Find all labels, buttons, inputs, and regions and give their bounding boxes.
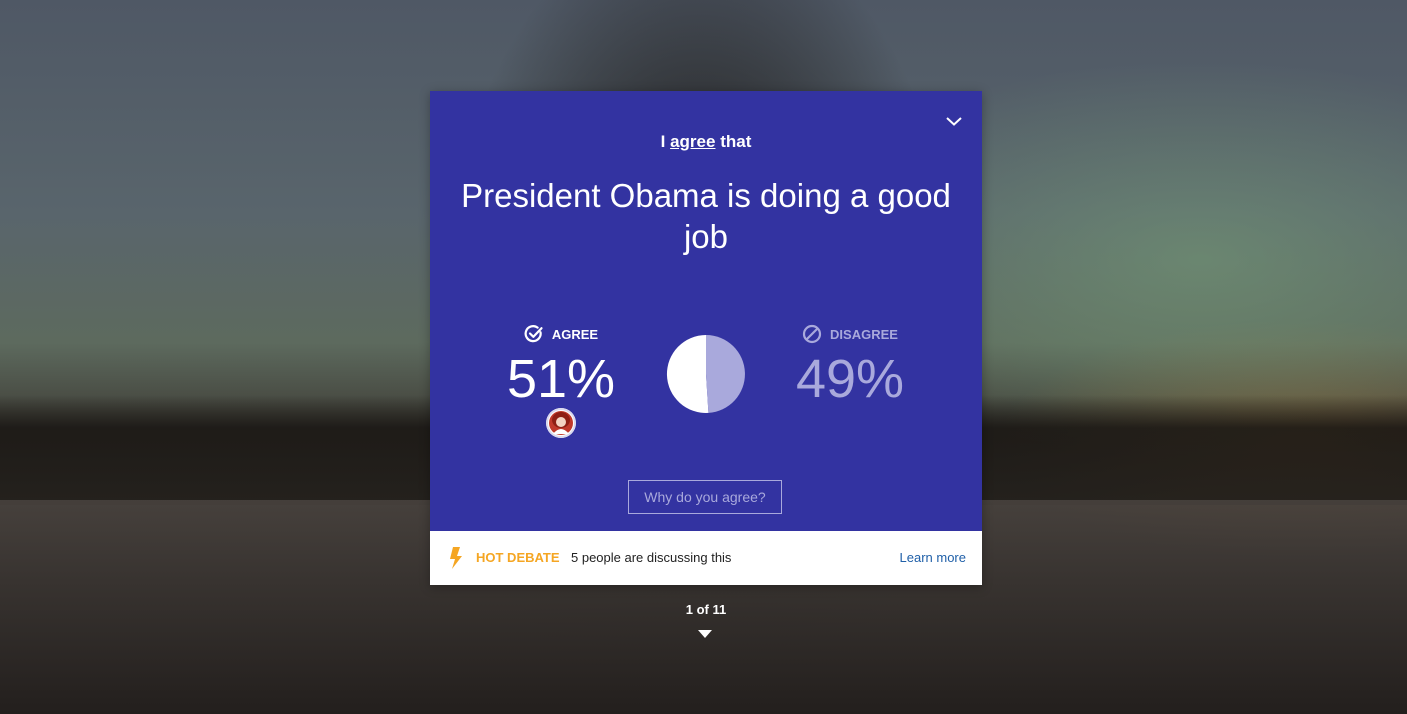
pie-slice-agree [666, 334, 709, 413]
intro-suffix: that [720, 132, 752, 151]
intro-prefix: I [660, 132, 666, 151]
agree-label: AGREE [551, 326, 599, 342]
debate-statement: President Obama is doing a good job [461, 177, 951, 255]
why-agree-button[interactable]: Why do you agree? [628, 480, 782, 514]
disagree-side[interactable]: DISAGREE 49% [775, 323, 925, 409]
disagree-label-row: DISAGREE [775, 323, 925, 345]
collapse-button[interactable] [942, 109, 966, 133]
pie-slice-disagree [706, 335, 745, 413]
prohibited-icon [802, 324, 822, 344]
agree-label-row: AGREE [486, 323, 636, 345]
hot-debate-label: HOT DEBATE [476, 550, 560, 565]
pager-indicator: 1 of 11 [685, 602, 727, 617]
debate-card-header: I agree that President Obama is doing a … [430, 91, 982, 531]
hot-debate-bar: HOT DEBATE 5 people are discussing this … [430, 531, 982, 585]
discussion-count: 5 people are discussing this [571, 550, 732, 565]
debate-card: I agree that President Obama is doing a … [430, 91, 982, 585]
stance-verb-link[interactable]: agree [670, 132, 715, 151]
lightning-bolt-icon [450, 547, 462, 569]
chevron-down-icon [946, 117, 962, 126]
check-circle-icon [524, 325, 543, 343]
avatar[interactable] [546, 408, 576, 438]
stance-intro: I agree that [430, 132, 982, 152]
vote-pie-chart [666, 334, 745, 413]
agree-side[interactable]: AGREE 51% [486, 323, 636, 409]
agree-percent: 51% [506, 349, 616, 409]
learn-more-link[interactable]: Learn more [900, 550, 966, 565]
next-card-arrow-icon[interactable] [698, 629, 712, 639]
disagree-label: DISAGREE [830, 326, 898, 342]
disagree-percent: 49% [795, 349, 905, 409]
user-avatar-image [546, 408, 576, 438]
